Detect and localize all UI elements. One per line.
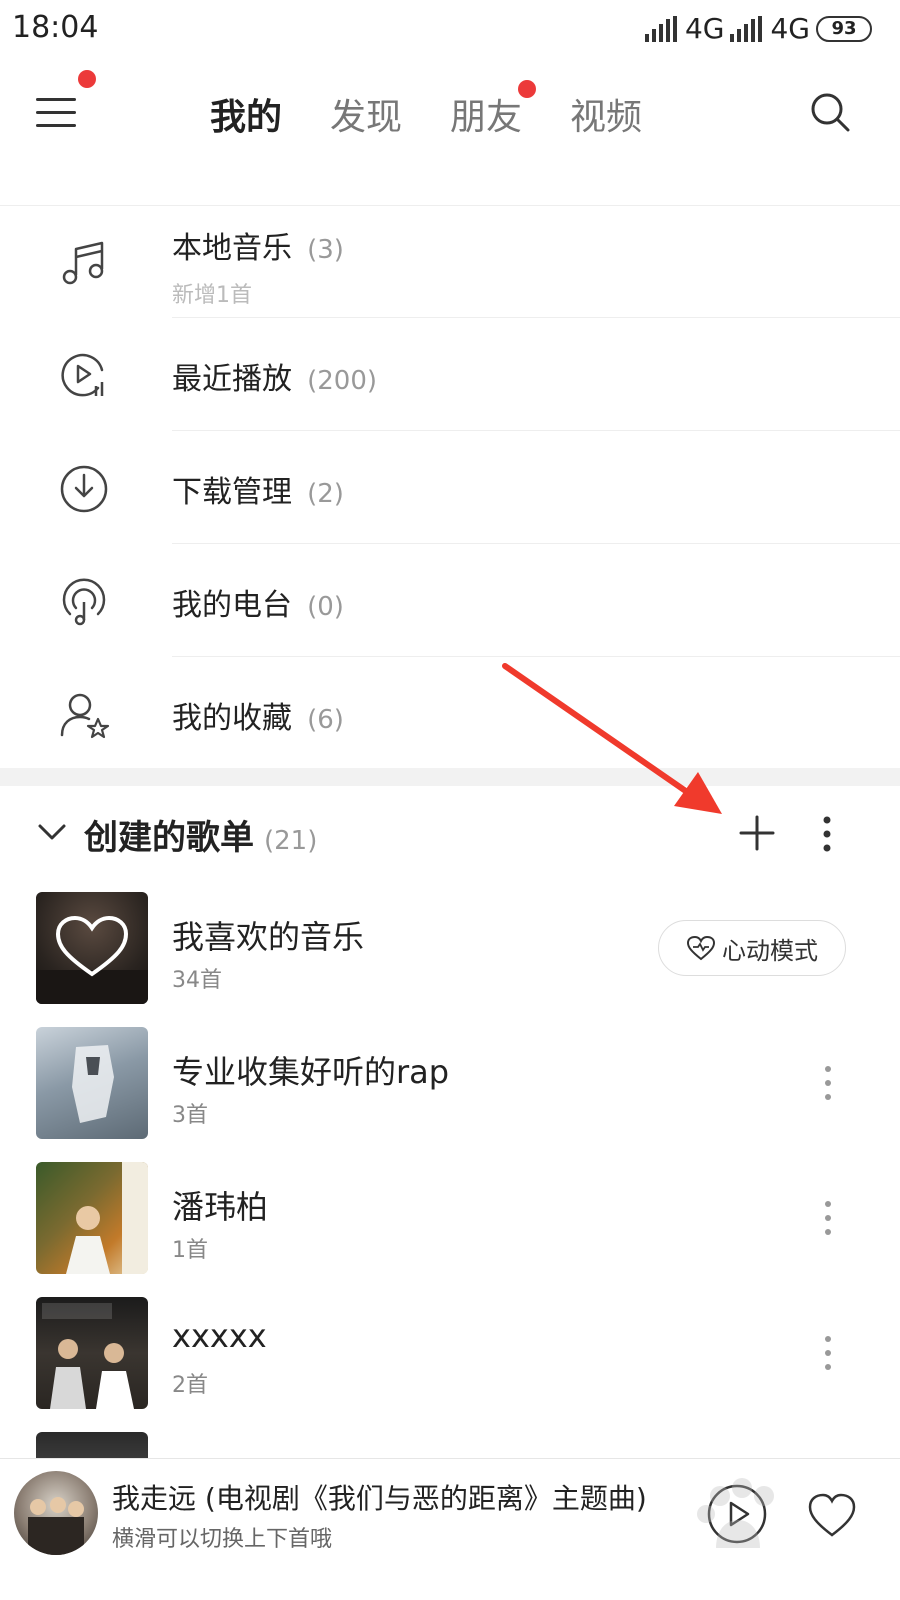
tab-mine[interactable]: 我的 bbox=[210, 88, 282, 140]
heart-icon bbox=[36, 915, 148, 1004]
battery-indicator: 93 bbox=[816, 15, 872, 42]
menu-button[interactable] bbox=[36, 70, 96, 130]
chevron-down-icon[interactable] bbox=[36, 816, 68, 848]
playlist-name: xxxxx bbox=[172, 1317, 267, 1355]
heartbeat-icon bbox=[686, 935, 716, 961]
heartbeat-mode-label: 心动模式 bbox=[722, 936, 818, 965]
menu-item-count: (6) bbox=[307, 705, 344, 735]
playlist-name: 潘玮柏 bbox=[172, 1188, 269, 1226]
playlist-cover bbox=[36, 1297, 148, 1409]
search-icon[interactable] bbox=[808, 90, 852, 134]
menu-item-recent-play[interactable]: 最近播放 (200) bbox=[0, 318, 900, 431]
section-title: 创建的歌单 (21) bbox=[84, 810, 317, 859]
menu-item-label: 本地音乐 bbox=[172, 231, 292, 266]
cover-art bbox=[28, 1497, 84, 1555]
playlist-count: 34首 bbox=[172, 968, 222, 993]
radio-icon bbox=[62, 578, 106, 626]
music-note-icon bbox=[62, 241, 104, 285]
section-separator bbox=[0, 768, 900, 786]
playlist-item-liked[interactable]: 我喜欢的音乐 34首 心动模式 bbox=[0, 890, 900, 1025]
download-icon bbox=[60, 465, 108, 513]
more-options-icon[interactable] bbox=[818, 1063, 838, 1103]
more-options-icon[interactable] bbox=[818, 1333, 838, 1373]
recent-play-icon bbox=[61, 353, 104, 397]
menu-item-label: 最近播放 bbox=[172, 362, 292, 397]
cover-art bbox=[42, 1303, 134, 1409]
cover-art bbox=[72, 1045, 114, 1123]
menu-item-label: 我的收藏 bbox=[172, 701, 292, 736]
playlist-item[interactable]: 潘玮柏 1首 bbox=[0, 1160, 900, 1295]
signal-icon bbox=[644, 15, 677, 42]
tab-discover[interactable]: 发现 bbox=[330, 88, 402, 140]
now-playing-cover bbox=[14, 1471, 98, 1555]
playlist-count: 3首 bbox=[172, 1103, 208, 1128]
playlist-cover bbox=[36, 892, 148, 1004]
tab-friends[interactable]: 朋友 bbox=[450, 80, 537, 140]
friends-badge bbox=[518, 80, 537, 98]
menu-item-radio[interactable]: 我的电台 (0) bbox=[0, 544, 900, 657]
menu-badge bbox=[78, 70, 96, 88]
watermark-logo bbox=[697, 1478, 774, 1548]
network-label-1: 4G bbox=[684, 12, 725, 45]
menu-item-count: (2) bbox=[307, 479, 344, 509]
more-options-icon[interactable] bbox=[812, 814, 842, 854]
now-playing-hint: 横滑可以切换上下首哦 bbox=[112, 1527, 333, 1552]
playlist-count: 1首 bbox=[172, 1238, 208, 1263]
add-playlist-icon[interactable] bbox=[738, 814, 776, 852]
playlist-item[interactable]: xxxxx 2首 bbox=[0, 1295, 900, 1430]
section-title-text: 创建的歌单 bbox=[84, 818, 254, 858]
my-menu-list: 本地音乐 (3) 新增1首 最近播放 (200) 下载管理 (2) 我的电台 (… bbox=[0, 205, 900, 770]
playlist-cover bbox=[36, 1027, 148, 1139]
menu-item-downloads[interactable]: 下载管理 (2) bbox=[0, 431, 900, 544]
playlist-item[interactable]: 专业收集好听的rap 3首 bbox=[0, 1025, 900, 1160]
tab-friends-label: 朋友 bbox=[450, 97, 523, 138]
menu-item-count: (3) bbox=[307, 235, 344, 265]
menu-item-local-music[interactable]: 本地音乐 (3) 新增1首 bbox=[0, 205, 900, 318]
tab-bar: 我的 发现 朋友 视频 bbox=[210, 80, 642, 140]
playlist-name: 我喜欢的音乐 bbox=[172, 918, 365, 956]
status-indicators: 4G 4G 93 bbox=[644, 12, 872, 45]
status-time: 18:04 bbox=[12, 10, 99, 45]
signal-icon-2 bbox=[730, 15, 763, 42]
menu-item-count: (200) bbox=[307, 366, 378, 396]
menu-item-label: 我的电台 bbox=[172, 588, 292, 623]
menu-item-count: (0) bbox=[307, 592, 344, 622]
menu-item-favorites[interactable]: 我的收藏 (6) bbox=[0, 657, 900, 770]
favorite-user-icon bbox=[60, 693, 110, 739]
now-playing-title: 我走远 (电视剧《我们与恶的距离》主题曲) bbox=[112, 1482, 647, 1515]
heartbeat-mode-button[interactable]: 心动模式 bbox=[658, 920, 846, 976]
network-label-2: 4G bbox=[770, 12, 810, 45]
cover-art bbox=[66, 1162, 148, 1274]
created-playlists-header[interactable]: 创建的歌单 (21) bbox=[0, 790, 900, 880]
tab-video[interactable]: 视频 bbox=[570, 88, 642, 140]
menu-item-subtitle: 新增1首 bbox=[172, 283, 252, 308]
top-nav: 我的 发现 朋友 视频 bbox=[0, 62, 900, 162]
playlist-count: 2首 bbox=[172, 1373, 208, 1398]
playlist-name: 专业收集好听的rap bbox=[172, 1053, 450, 1091]
section-count: (21) bbox=[264, 826, 318, 856]
playlist-cover bbox=[36, 1162, 148, 1274]
status-bar: 18:04 4G 4G 93 bbox=[0, 0, 900, 56]
more-options-icon[interactable] bbox=[818, 1198, 838, 1238]
menu-item-label: 下载管理 bbox=[172, 475, 292, 510]
